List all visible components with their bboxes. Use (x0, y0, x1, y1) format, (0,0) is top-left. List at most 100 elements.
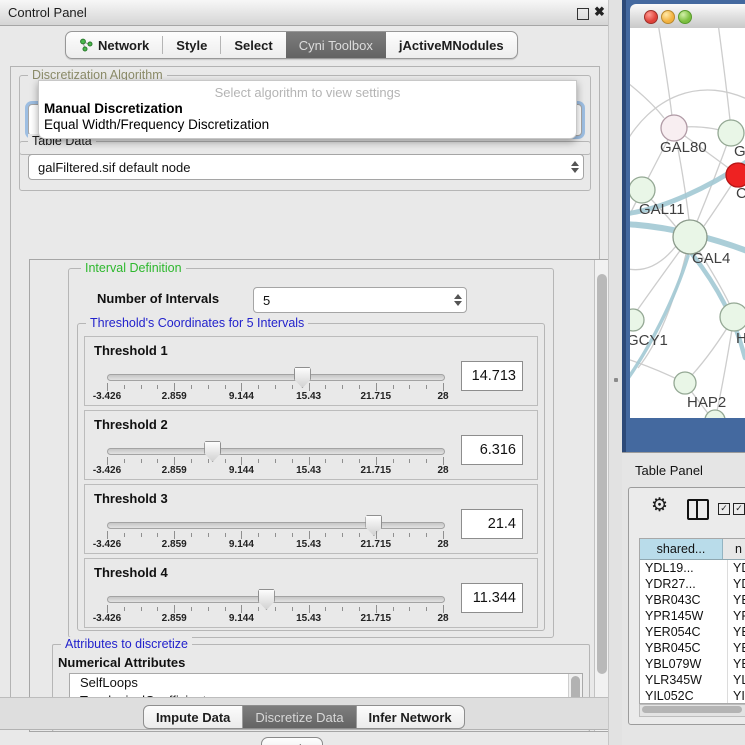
apply-button[interactable]: Apply (261, 737, 323, 745)
shared-name-cell[interactable]: YER054C (640, 624, 728, 640)
algorithm-option-manual[interactable]: Manual Discretization (39, 100, 576, 116)
table-data-combobox[interactable]: galFiltered.sif default node (28, 154, 584, 180)
float-window-icon[interactable] (577, 8, 589, 20)
tab-cyni-toolbox-label: Cyni Toolbox (299, 38, 373, 53)
table-row[interactable]: YIL052CYIL0 (640, 688, 745, 704)
gear-icon[interactable]: ⚙ (651, 494, 668, 517)
scale-label: 15.43 (296, 539, 321, 550)
scale-label: 15.43 (296, 391, 321, 402)
shared-name-cell[interactable]: YBL079W (640, 656, 728, 672)
tick-mark (258, 459, 259, 463)
close-traffic-light-icon[interactable] (644, 10, 658, 24)
panel-divider[interactable] (608, 0, 623, 745)
attribute-list-item[interactable]: SelfLoops (70, 674, 582, 692)
shared-name-cell[interactable]: YDL19... (640, 560, 728, 576)
tab-jactivemnodules[interactable]: jActiveMNodules (386, 32, 517, 58)
tick-mark (443, 383, 444, 391)
table-row[interactable]: YDL19...YDL1 (640, 560, 745, 576)
algorithm-option-equal-width[interactable]: Equal Width/Frequency Discretization (39, 116, 576, 132)
shared-name-cell[interactable]: YBR045C (640, 640, 728, 656)
tick-mark (241, 605, 242, 613)
checkbox-icon[interactable]: ✓ (733, 503, 745, 515)
node-label: HAP2 (687, 394, 726, 411)
close-icon[interactable]: ✖ (594, 4, 605, 20)
network-window-titlebar[interactable] (630, 4, 745, 29)
network-node[interactable] (661, 115, 687, 141)
shared-name-cell[interactable]: YBR043C (640, 592, 728, 608)
spinner-arrows-icon[interactable] (567, 161, 583, 173)
scrollbar-thumb[interactable] (597, 274, 607, 674)
name-cell[interactable]: YER0 (728, 624, 745, 640)
spinner-arrows-icon[interactable] (450, 294, 466, 306)
tick-mark (309, 457, 310, 465)
tick-mark (258, 533, 259, 537)
checkbox-icon[interactable]: ✓ (718, 503, 730, 515)
scale-label: 2.859 (162, 391, 187, 402)
threshold-value-field[interactable]: 21.4 (461, 509, 523, 539)
network-node[interactable] (630, 177, 655, 203)
threshold-coordinates-group: Threshold's Coordinates for 5 Intervals … (77, 323, 545, 631)
table-row[interactable]: YPR145WYPR1 (640, 608, 745, 624)
minimize-traffic-light-icon[interactable] (661, 10, 675, 24)
name-cell[interactable]: YBL0 (728, 656, 745, 672)
tab-select[interactable]: Select (221, 32, 285, 58)
threshold-slider[interactable] (107, 374, 445, 381)
tick-mark (241, 531, 242, 539)
zoom-traffic-light-icon[interactable] (678, 10, 692, 24)
split-columns-icon[interactable] (687, 499, 709, 520)
tab-discretize-data[interactable]: Discretize Data (243, 706, 356, 728)
name-cell[interactable]: YDL1 (728, 560, 745, 576)
top-tab-bar: Network Style Select Cyni Toolbox jActiv… (65, 31, 518, 59)
network-node[interactable] (673, 220, 707, 254)
threshold-value-field[interactable]: 6.316 (461, 435, 523, 465)
table-row[interactable]: YBR043CYBR0 (640, 592, 745, 608)
scale-label: 15.43 (296, 613, 321, 624)
column-header-shared-name[interactable]: shared... (640, 539, 723, 559)
tab-network[interactable]: Network (66, 32, 162, 58)
name-cell[interactable]: YIL0 (728, 688, 745, 704)
network-node[interactable] (726, 163, 745, 187)
threshold-row: Threshold 2 -3.4262.8599.14415.4321.7152… (84, 410, 538, 480)
network-node[interactable] (720, 303, 745, 331)
threshold-label: Threshold 3 (94, 491, 168, 506)
shared-name-cell[interactable]: YLR345W (640, 672, 728, 688)
table-horizontal-scrollbar[interactable] (639, 704, 745, 717)
tick-mark (342, 607, 343, 611)
tick-mark (208, 607, 209, 611)
threshold-value-field[interactable]: 14.713 (461, 361, 523, 391)
table-row[interactable]: YER054CYER0 (640, 624, 745, 640)
tab-infer-network-label: Infer Network (369, 710, 452, 725)
network-node[interactable] (630, 309, 644, 331)
scrollbar-thumb[interactable] (642, 706, 742, 713)
tick-mark (191, 607, 192, 611)
tab-infer-network[interactable]: Infer Network (357, 706, 464, 728)
divider-grip[interactable] (614, 378, 618, 382)
name-cell[interactable]: YLR3 (728, 672, 745, 688)
tab-impute-data[interactable]: Impute Data (144, 706, 243, 728)
tab-style[interactable]: Style (163, 32, 220, 58)
shared-name-cell[interactable]: YPR145W (640, 608, 728, 624)
shared-name-cell[interactable]: YDR27... (640, 576, 728, 592)
network-canvas[interactable]: GAL80GACGAL11GAL4GCY1HHAP2 (630, 28, 745, 418)
tab-cyni-toolbox[interactable]: Cyni Toolbox (286, 32, 386, 58)
table-row[interactable]: YBR045CYBR0 (640, 640, 745, 656)
column-header-name[interactable]: n (723, 539, 745, 559)
tick-mark (174, 457, 175, 465)
name-cell[interactable]: YDR2 (728, 576, 745, 592)
table-row[interactable]: YDR27...YDR2 (640, 576, 745, 592)
threshold-slider[interactable] (107, 596, 445, 603)
scale-label: 21.715 (361, 613, 392, 624)
table-row[interactable]: YLR345WYLR3 (640, 672, 745, 688)
network-node[interactable] (705, 410, 725, 418)
name-cell[interactable]: YBR0 (728, 640, 745, 656)
threshold-slider[interactable] (107, 448, 445, 455)
threshold-value-field[interactable]: 11.344 (461, 583, 523, 613)
name-cell[interactable]: YPR1 (728, 608, 745, 624)
threshold-slider[interactable] (107, 522, 445, 529)
number-of-intervals-combobox[interactable]: 5 (253, 287, 467, 313)
table-row[interactable]: YBL079WYBL0 (640, 656, 745, 672)
shared-name-cell[interactable]: YIL052C (640, 688, 728, 704)
name-cell[interactable]: YBR0 (728, 592, 745, 608)
scale-label: 28 (437, 391, 448, 402)
network-node[interactable] (674, 372, 696, 394)
